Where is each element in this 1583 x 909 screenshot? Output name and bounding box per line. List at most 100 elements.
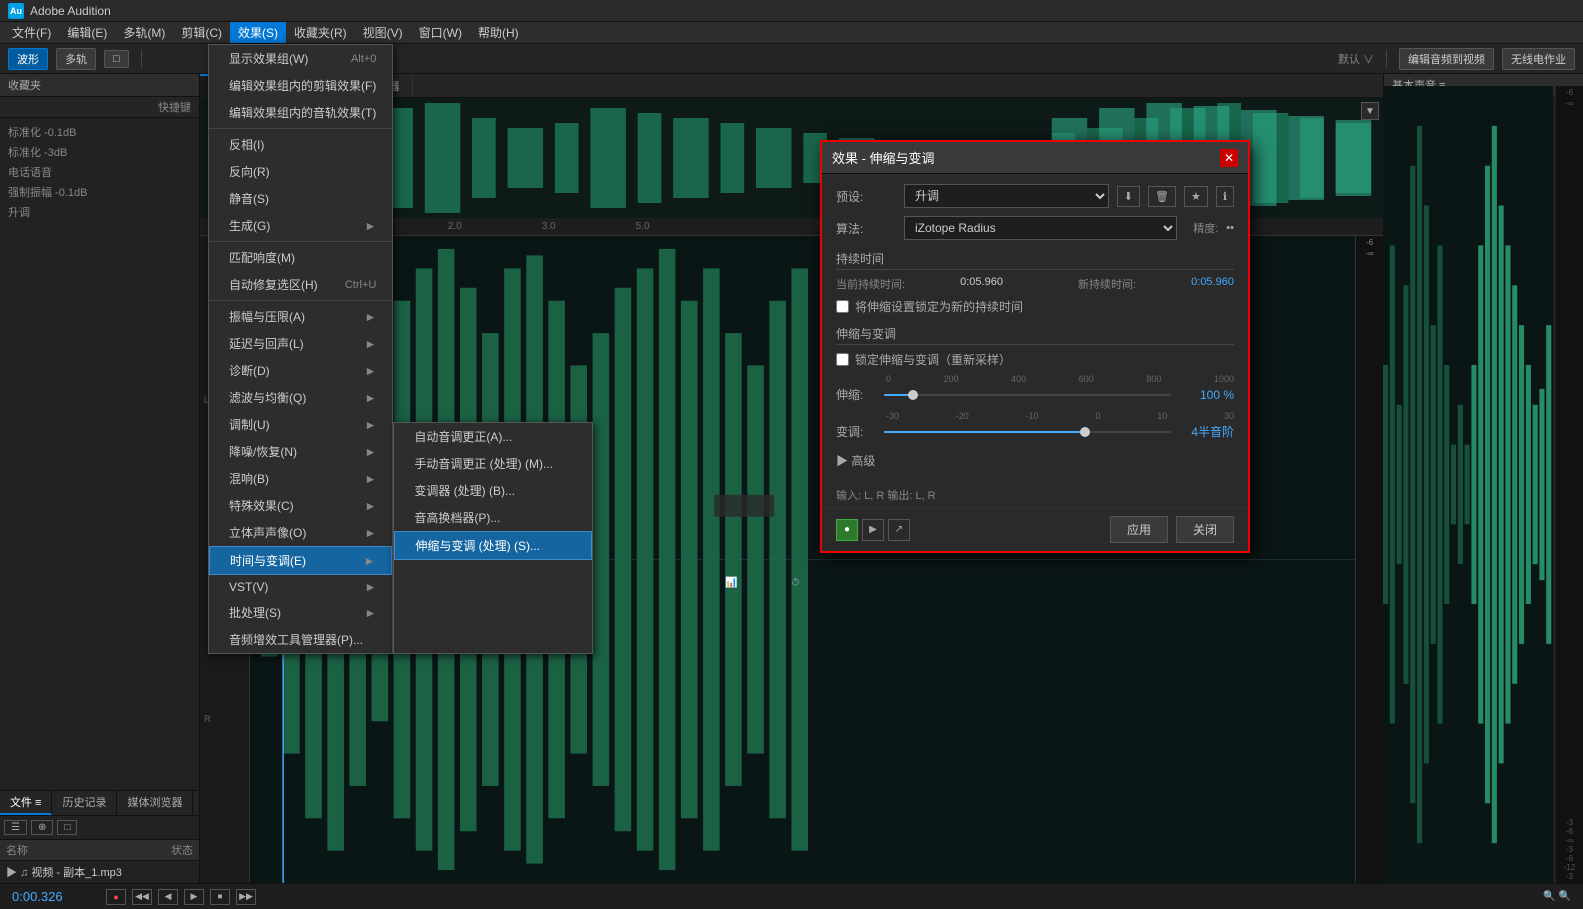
waveform-btn[interactable]: 波形 [8,48,48,70]
dialog-play-btn[interactable]: ▶ [862,519,884,541]
stretch-slider-row: 伸缩: 100 % [836,386,1234,403]
info-btn[interactable]: ℹ [1216,186,1234,207]
file-name: 视频 - 副本_1.mp3 [31,867,121,879]
dialog-export-btn[interactable]: ↗ [888,519,910,541]
list-item[interactable]: 强制振幅 -0.1dB [4,182,195,202]
menu-filter-eq[interactable]: 滤波与均衡(Q) ► [209,384,392,411]
wireless-work-btn[interactable]: 无线电作业 [1502,48,1575,70]
folder-btn[interactable]: □ [57,820,77,835]
menu-vst[interactable]: VST(V) ► [209,575,392,599]
dialog-record-btn[interactable]: ● [836,519,858,541]
next-btn[interactable]: ▶▶ [236,889,256,905]
menu-match-loudness[interactable]: 匹配响度(M) [209,244,392,271]
multitrack-btn[interactable]: 多轨 [56,48,96,70]
statusbar: 0:00.326 ● ◀◀ ◀ ▶ ⏹ ▶▶ 🔍 🔍 [0,883,1583,909]
menu-multitrack[interactable]: 多轨(M) [115,22,173,43]
menu-effects[interactable]: 效果(S) [230,22,286,43]
app-title: Adobe Audition [30,4,111,18]
save-preset-btn[interactable]: ⬇ [1117,186,1140,207]
new-file-btn[interactable]: ☰ [4,820,27,835]
menu-amplitude[interactable]: 振幅与压限(A) ► [209,303,392,330]
edit-audio-video-btn[interactable]: 编辑音频到视频 [1399,48,1494,70]
lock-duration-checkbox[interactable] [836,300,849,313]
menu-modulation[interactable]: 调制(U) ► [209,411,392,438]
algorithm-label: 算法: [836,220,896,237]
media-tab[interactable]: 媒体浏览器 [117,791,193,815]
play-btn[interactable]: ▶ [184,889,204,905]
duration-section-label: 持续时间 [836,250,1234,270]
menu-batch[interactable]: 批处理(S) ► [209,599,392,626]
lock-duration-checkbox-row[interactable]: 将伸缩设置锁定为新的持续时间 [836,298,1234,315]
file-arrow: ▶ ♫ [6,867,31,879]
menu-noise-reduction[interactable]: 降噪/恢复(N) ► [209,438,392,465]
list-item[interactable]: 升调 [4,202,195,222]
dialog-titlebar: 效果 - 伸缩与变调 ✕ [822,142,1248,174]
right-panel: 基本声音 ≡ 无法访问 -6 -∞ L R [1383,74,1583,883]
menu-window[interactable]: 窗口(W) [411,22,470,43]
file-tab[interactable]: 文件 ≡ [0,791,52,815]
mode-btn[interactable]: □ [104,50,129,68]
scroll-right-btn[interactable]: ▼ [1361,102,1379,120]
list-item[interactable]: 电话语音 [4,162,195,182]
menu-edit-clip-effects[interactable]: 编辑效果组内的剪辑效果(F) [209,72,392,99]
menu-show-effects-rack[interactable]: 显示效果组(W) Alt+0 [209,45,392,72]
sep2 [209,241,392,242]
stretch-slider-track[interactable] [884,394,1171,396]
menu-help[interactable]: 帮助(H) [470,22,527,43]
zoom-controls: 🔍 🔍 [1543,891,1571,902]
menu-silence[interactable]: 静音(S) [209,185,392,212]
menu-special-fx[interactable]: 特殊效果(C) ► [209,492,392,519]
list-item[interactable]: 标准化 -3dB [4,142,195,162]
apply-btn[interactable]: 应用 [1110,516,1168,543]
menu-invert[interactable]: 反相(I) [209,131,392,158]
close-btn[interactable]: 关闭 [1176,516,1234,543]
menu-reverse[interactable]: 反向(R) [209,158,392,185]
dialog-title: 效果 - 伸缩与变调 [832,148,935,167]
lock-stretch-checkbox-row[interactable]: 锁定伸缩与变调（重新采样） [836,351,1234,368]
submenu-manual-pitch[interactable]: 手动音调更正 (处理) (M)... [394,450,592,477]
submenu-stretch-pitch[interactable]: 伸缩与变调 (处理) (S)... [394,531,592,560]
back-btn[interactable]: ◀ [158,889,178,905]
toolbar-separator [141,50,142,68]
menu-favorites[interactable]: 收藏夹(R) [286,22,355,43]
default-label[interactable]: 默认 ∨ [1338,51,1374,67]
pitch-slider-track[interactable] [884,431,1171,433]
advanced-toggle[interactable]: ▶ 高级 [836,448,1234,473]
algorithm-select[interactable]: iZotope Radius [904,216,1177,240]
submenu-pitch-transposer[interactable]: 变调器 (处理) (B)... [394,477,592,504]
menu-stereo-image[interactable]: 立体声声像(O) ► [209,519,392,546]
dialog-transport: ● ▶ ↗ [836,519,910,541]
menu-reverb[interactable]: 混响(B) ► [209,465,392,492]
list-item[interactable]: 标准化 -0.1dB [4,122,195,142]
record-btn[interactable]: ● [106,889,126,905]
submenu-pitch-shifter[interactable]: 音高换档器(P)... [394,504,592,531]
current-duration-value: 0:05.960 [960,276,1003,292]
dialog-close-btn[interactable]: ✕ [1220,149,1238,167]
menu-file[interactable]: 文件(F) [4,22,59,43]
import-btn[interactable]: ⊕ [31,820,53,835]
menu-generate[interactable]: 生成(G) ► [209,212,392,239]
delete-preset-btn[interactable]: 🗑 [1148,186,1176,207]
lock-stretch-checkbox[interactable] [836,353,849,366]
history-tab[interactable]: 历史记录 [52,791,117,815]
lock-duration-label: 将伸缩设置锁定为新的持续时间 [855,298,1023,315]
file-item[interactable]: ▶ ♫ 视频 - 副本_1.mp3 [0,861,199,883]
menu-edit[interactable]: 编辑(E) [59,22,115,43]
preset-select[interactable]: 升调 [904,184,1109,208]
menu-auto-heal[interactable]: 自动修复选区(H) Ctrl+U [209,271,392,298]
menu-plugin-manager[interactable]: 音频增效工具管理器(P)... [209,626,392,653]
favorite-preset-btn[interactable]: ★ [1184,186,1208,207]
menu-view[interactable]: 视图(V) [355,22,411,43]
favorites-panel-header: 收藏夹 [0,74,199,97]
prev-btn[interactable]: ◀◀ [132,889,152,905]
menu-delay-echo[interactable]: 延迟与回声(L) ► [209,330,392,357]
file-list-header: 名称 状态 [0,840,199,861]
current-time-display: 0:00.326 [12,889,82,904]
menu-time-pitch[interactable]: 时间与变调(E) ► [209,546,392,575]
menu-edit-track-effects[interactable]: 编辑效果组内的音轨效果(T) [209,99,392,126]
menu-diagnostics[interactable]: 诊断(D) ► [209,357,392,384]
toolbar-separator2 [1386,50,1387,68]
submenu-auto-pitch[interactable]: 自动音调更正(A)... [394,423,592,450]
menu-clip[interactable]: 剪辑(C) [173,22,230,43]
stop-btn[interactable]: ⏹ [210,889,230,905]
